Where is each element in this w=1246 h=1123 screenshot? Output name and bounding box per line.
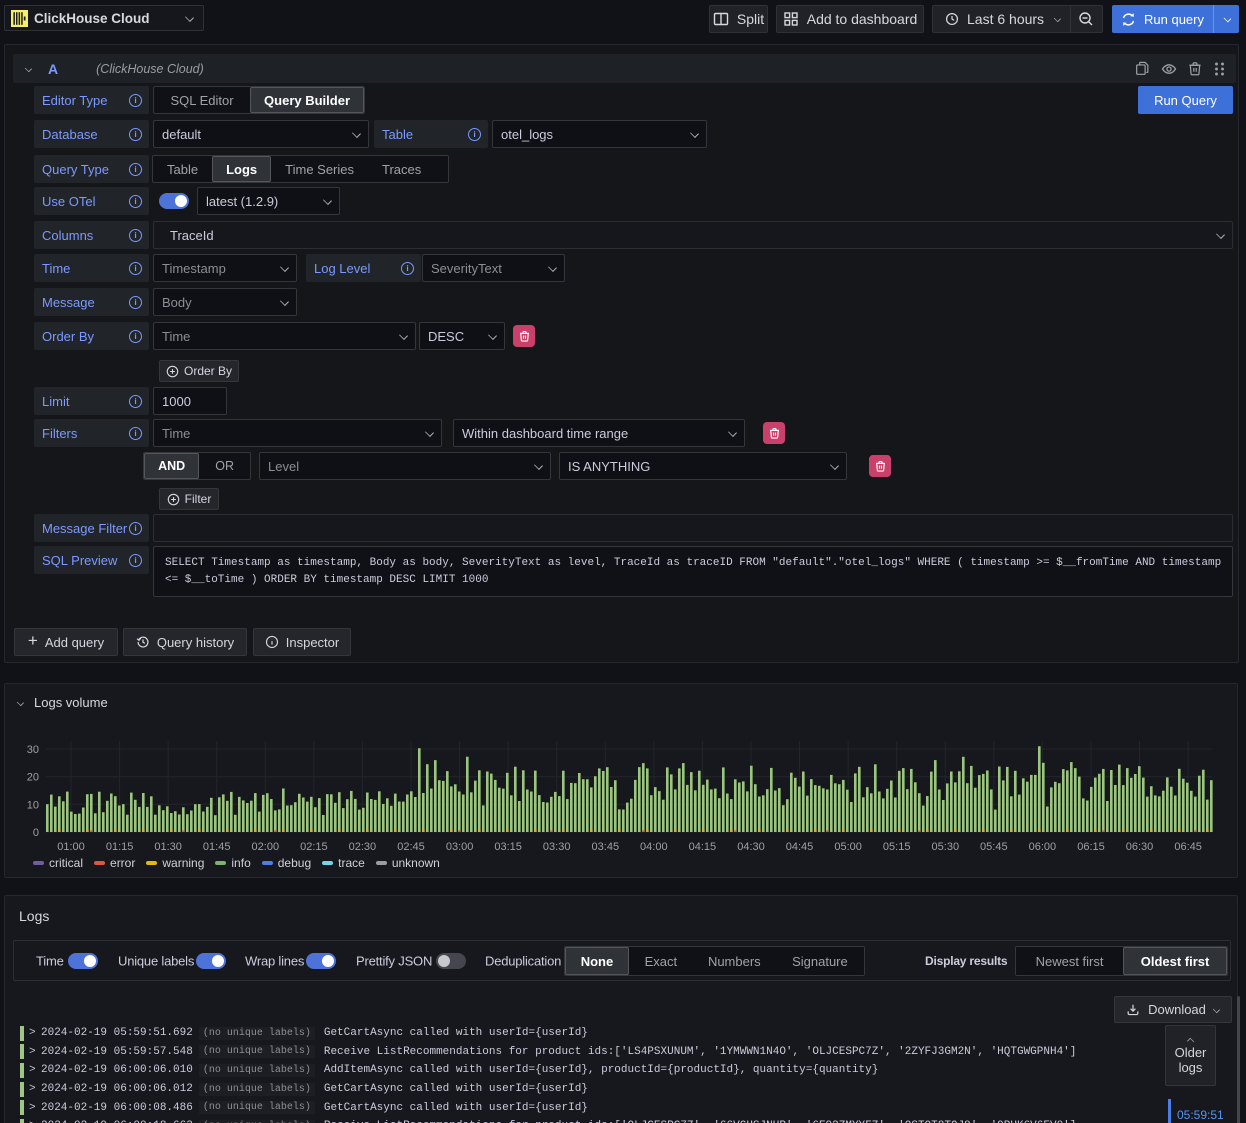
svg-text:06:00: 06:00 bbox=[1029, 841, 1057, 853]
svg-text:06:30: 06:30 bbox=[1126, 841, 1154, 853]
svg-text:03:45: 03:45 bbox=[592, 841, 620, 853]
svg-text:01:00: 01:00 bbox=[57, 841, 85, 853]
svg-text:02:30: 02:30 bbox=[349, 841, 377, 853]
svg-text:10: 10 bbox=[27, 799, 39, 811]
svg-text:06:45: 06:45 bbox=[1174, 841, 1202, 853]
svg-text:03:30: 03:30 bbox=[543, 841, 571, 853]
svg-text:02:45: 02:45 bbox=[397, 841, 425, 853]
svg-text:05:00: 05:00 bbox=[834, 841, 862, 853]
svg-text:01:30: 01:30 bbox=[154, 841, 182, 853]
svg-text:05:15: 05:15 bbox=[883, 841, 911, 853]
svg-text:04:45: 04:45 bbox=[786, 841, 814, 853]
svg-text:06:15: 06:15 bbox=[1077, 841, 1105, 853]
svg-text:0: 0 bbox=[33, 827, 39, 839]
svg-text:02:15: 02:15 bbox=[300, 841, 328, 853]
svg-text:20: 20 bbox=[27, 772, 39, 784]
svg-text:03:15: 03:15 bbox=[494, 841, 522, 853]
svg-text:05:30: 05:30 bbox=[932, 841, 960, 853]
svg-text:04:30: 04:30 bbox=[737, 841, 765, 853]
svg-text:01:45: 01:45 bbox=[203, 841, 231, 853]
svg-text:30: 30 bbox=[27, 744, 39, 756]
svg-text:05:45: 05:45 bbox=[980, 841, 1008, 853]
svg-text:01:15: 01:15 bbox=[106, 841, 134, 853]
svg-text:02:00: 02:00 bbox=[252, 841, 280, 853]
svg-text:04:00: 04:00 bbox=[640, 841, 668, 853]
svg-text:03:00: 03:00 bbox=[446, 841, 474, 853]
svg-text:04:15: 04:15 bbox=[689, 841, 717, 853]
